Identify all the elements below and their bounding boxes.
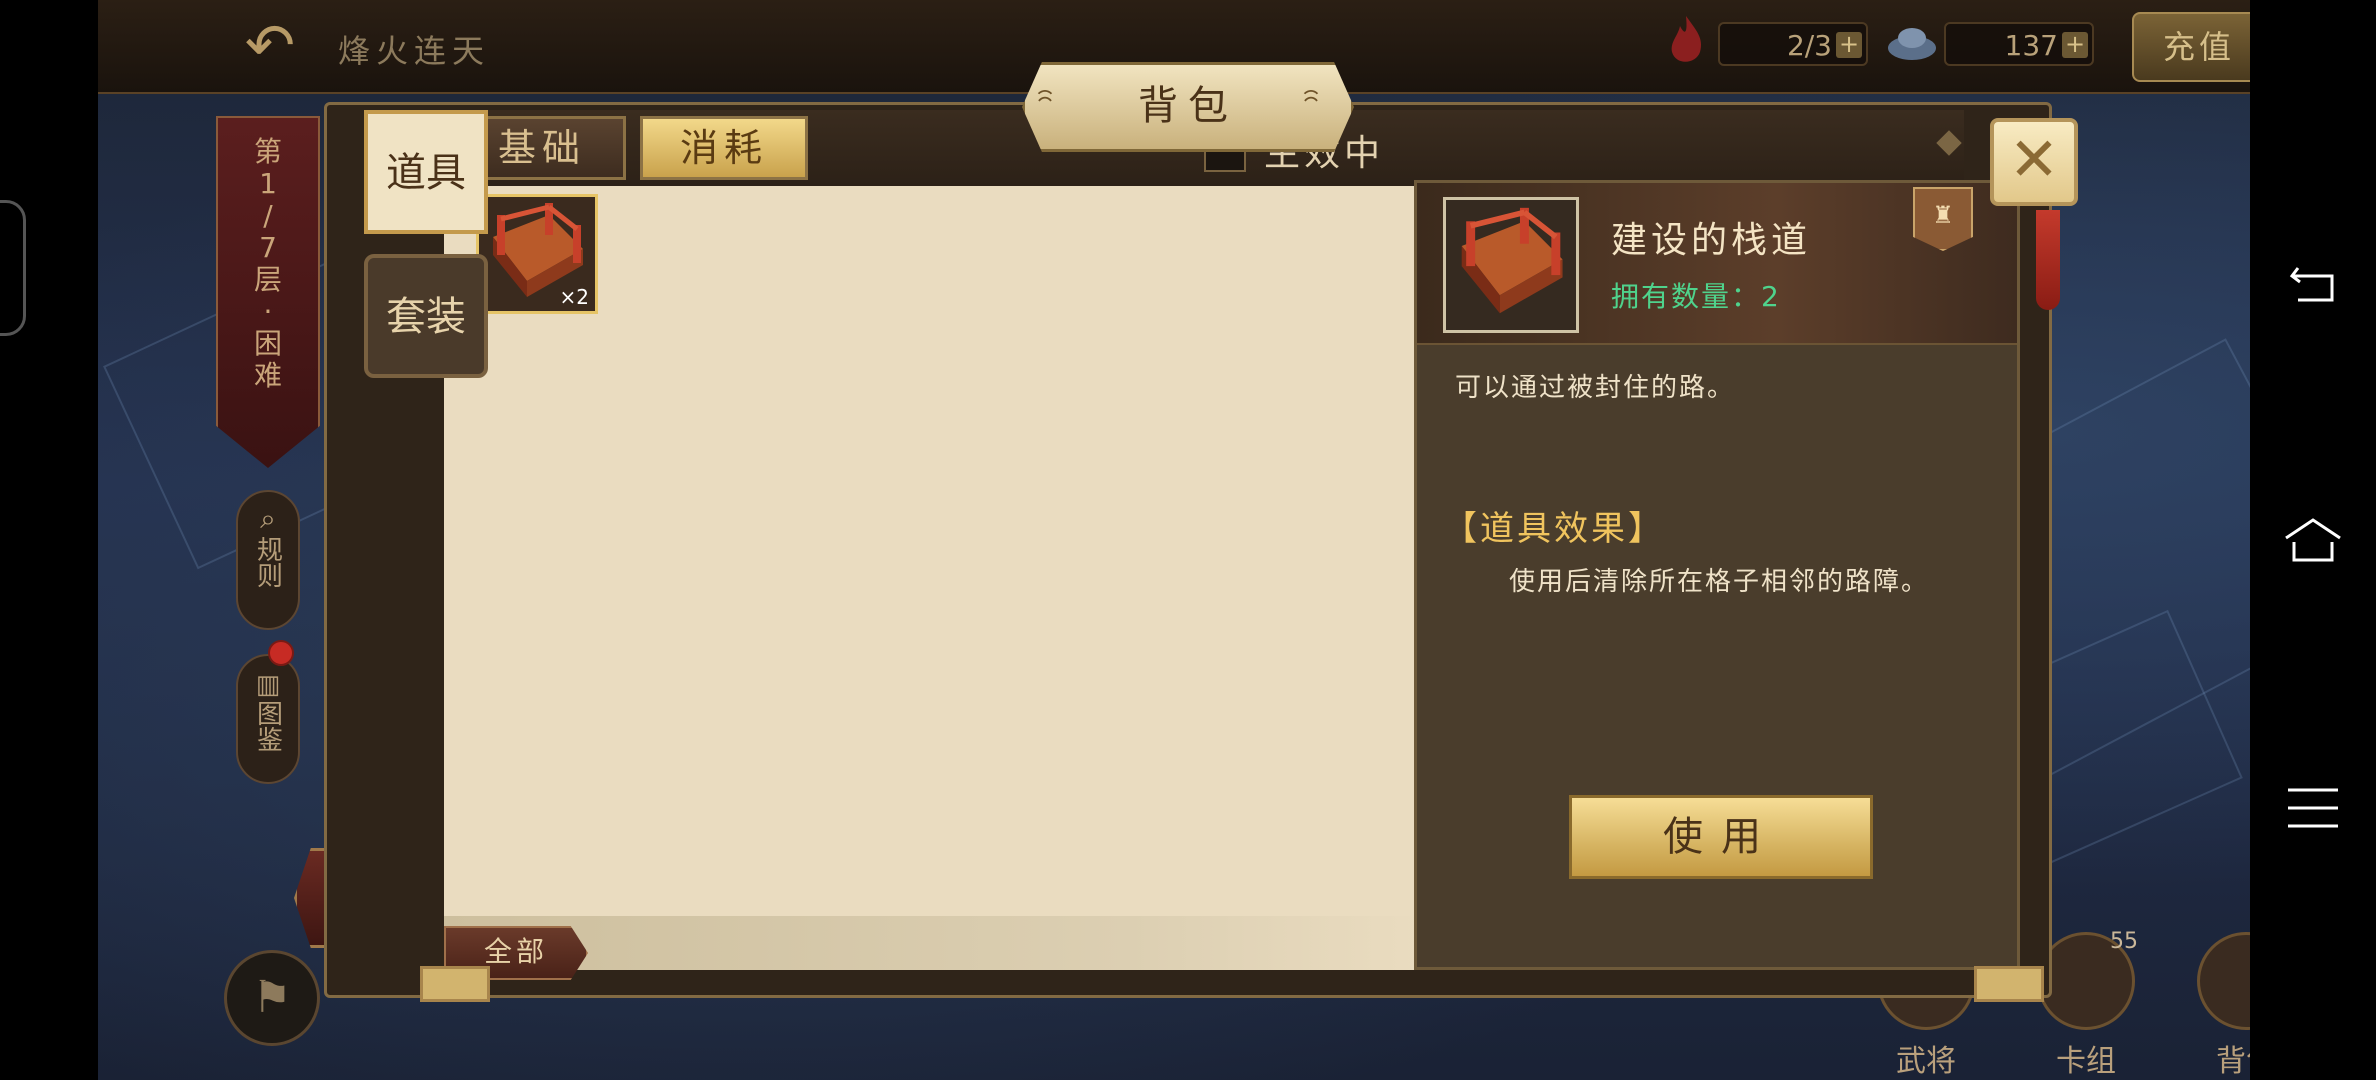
use-button[interactable]: 使用 <box>1569 795 1873 879</box>
item-count: ×2 <box>559 285 589 309</box>
currency-counter: 137 + <box>1944 22 2094 66</box>
plank-road-icon <box>1461 207 1563 314</box>
flag-icon[interactable]: ⚑ <box>224 950 320 1046</box>
modal-title-plate: ꩰ 背包 ꩰ <box>1022 62 1354 152</box>
item-detail-panel: 建设的栈道 拥有数量：2 ♜ 可以通过被封住的路。 【道具效果】 使用后清除所在… <box>1414 180 2020 970</box>
system-nav-bar <box>2250 0 2376 1080</box>
item-name: 建设的栈道 <box>1611 220 1812 261</box>
nav-deck-label: 卡组 <box>2056 1044 2116 1079</box>
codex-button[interactable]: ▥ 图鉴 <box>236 654 300 784</box>
frame-corner-ornament <box>1974 966 2044 1002</box>
owned-count: 拥有数量：2 <box>1611 280 1781 313</box>
filter-strip: 全部 <box>444 916 1424 980</box>
detail-header: 建设的栈道 拥有数量：2 ♜ <box>1417 183 2017 345</box>
book-icon: ▥ <box>255 670 281 700</box>
tassel-ornament <box>2036 210 2060 310</box>
nav-bag[interactable]: 5 背包 <box>2196 932 2250 1080</box>
detail-item-frame <box>1443 197 1579 333</box>
modal-title: 背包 <box>1138 83 1238 129</box>
side-tab-items[interactable]: 道具 <box>364 110 488 234</box>
add-currency-button[interactable]: + <box>2062 32 2088 58</box>
item-grid: ×2 全部 <box>444 186 1424 980</box>
currency-value: 137 <box>2004 29 2058 62</box>
nav-bag-label: 背包 <box>2216 1044 2250 1079</box>
nav-generals-label: 武将 <box>1896 1044 1956 1079</box>
floor-label: 第 1 / 7 层 · 困 难 <box>253 135 282 392</box>
side-tab-sets[interactable]: 套装 <box>364 254 488 378</box>
diamond-ornament <box>1936 130 1962 156</box>
notification-dot <box>268 640 294 666</box>
rarity-badge-icon: ♜ <box>1913 187 1973 251</box>
close-icon[interactable]: ✕ <box>1990 118 2078 206</box>
effect-text: 使用后清除所在格子相邻的路障。 <box>1509 567 1930 597</box>
stamina-value: 2/3 <box>1786 29 1832 62</box>
floor-banner: 第 1 / 7 层 · 困 难 <box>216 116 320 468</box>
menu-icon[interactable] <box>2280 776 2346 842</box>
rules-label: 规则 <box>252 536 283 588</box>
item-slot[interactable]: ×2 <box>476 194 598 314</box>
magnifier-icon: ⌕ <box>260 502 276 535</box>
rules-button[interactable]: ⌕ 规则 <box>236 490 300 630</box>
recharge-button[interactable]: 充值 <box>2132 12 2250 82</box>
back-icon[interactable] <box>2280 250 2346 316</box>
codex-label: 图鉴 <box>252 700 283 752</box>
left-edge-handle[interactable] <box>0 200 26 336</box>
effect-heading: 【道具效果】 <box>1443 509 1665 549</box>
stamina-counter: 2/3 + <box>1718 22 1868 66</box>
add-stamina-button[interactable]: + <box>1836 32 1862 58</box>
bag-icon: 5 <box>2197 932 2250 1030</box>
frame-corner-ornament <box>420 966 490 1002</box>
home-icon[interactable] <box>2280 508 2346 574</box>
tab-consumable[interactable]: 消耗 <box>640 116 808 180</box>
back-arrow-icon[interactable]: ↶ <box>230 14 310 78</box>
deck-badge: 55 <box>2110 929 2138 954</box>
backpack-modal: 基础 消耗 生效中 ꩰ 背包 ꩰ ×2 全部 <box>324 62 2078 1002</box>
item-description: 可以通过被封住的路。 <box>1455 373 1736 403</box>
